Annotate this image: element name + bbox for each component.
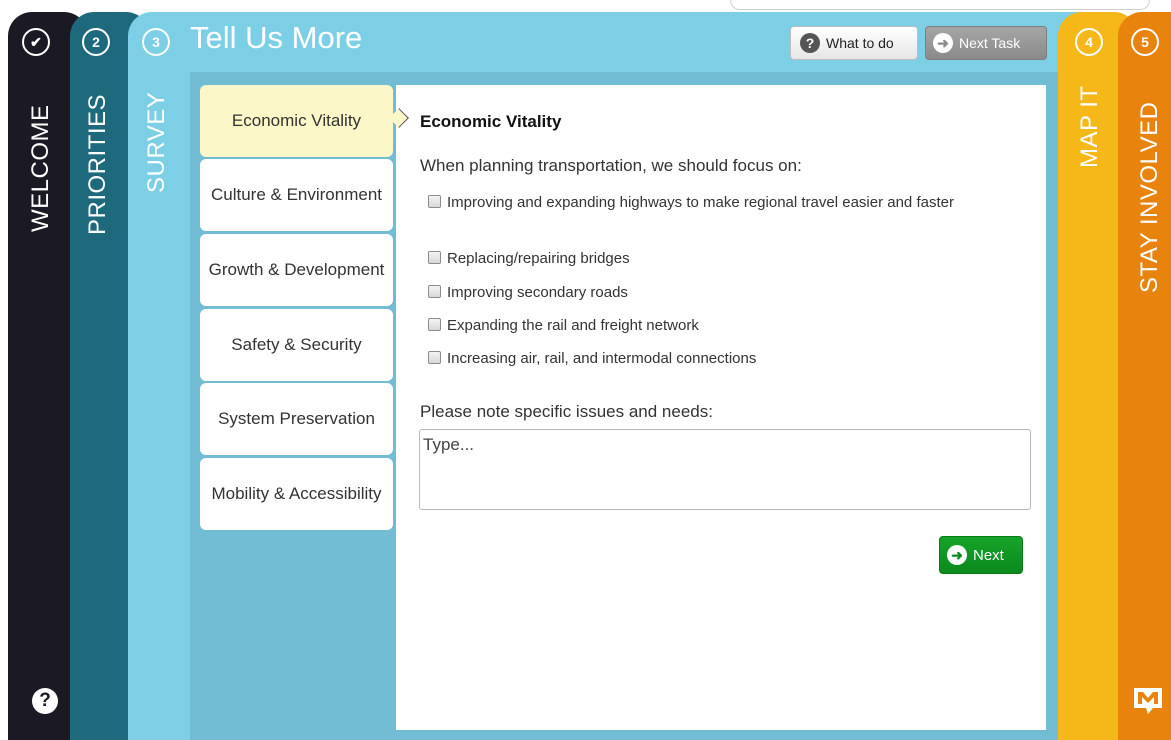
top-search-strip	[730, 0, 1150, 10]
notes-label: Please note specific issues and needs:	[420, 402, 713, 421]
arrow-right-icon: ➜	[933, 33, 953, 53]
next-button-label: Next	[973, 546, 1004, 564]
notes-textarea[interactable]: Type...	[419, 429, 1031, 510]
what-to-do-label: What to do	[826, 35, 894, 51]
option-checkbox[interactable]	[428, 318, 441, 331]
survey-nav-culture-environment[interactable]: Culture & Environment	[200, 159, 393, 231]
priorities-number-badge: 2	[82, 28, 110, 56]
arrow-right-icon: ➜	[947, 545, 967, 565]
question-icon: ?	[800, 33, 820, 53]
survey-nav-system-preservation[interactable]: System Preservation	[200, 383, 393, 455]
tab-map-it-label: MAP IT	[1076, 85, 1103, 168]
option-checkbox[interactable]	[428, 285, 441, 298]
page-title: Tell Us More	[190, 20, 363, 55]
tab-priorities-label: PRIORITIES	[84, 93, 111, 235]
option-row[interactable]: Replacing/repairing bridges	[428, 249, 1018, 269]
survey-nav-mobility-accessibility[interactable]: Mobility & Accessibility	[200, 458, 393, 530]
survey-number-badge: 3	[142, 28, 170, 56]
next-task-button[interactable]: ➜ Next Task	[925, 26, 1047, 60]
question-title: Economic Vitality	[420, 112, 562, 131]
option-row[interactable]: Improving secondary roads	[428, 283, 1018, 303]
welcome-check-badge: ✔	[22, 28, 50, 56]
option-label: Expanding the rail and freight network	[447, 317, 699, 334]
map-it-number-badge: 4	[1075, 28, 1103, 56]
option-label: Improving secondary roads	[447, 284, 628, 301]
survey-nav-growth-development[interactable]: Growth & Development	[200, 234, 393, 306]
tab-welcome-label: WELCOME	[27, 104, 54, 232]
option-label: Replacing/repairing bridges	[447, 250, 630, 267]
option-checkbox[interactable]	[428, 195, 441, 208]
help-icon[interactable]: ?	[32, 688, 58, 714]
logo-icon	[1134, 688, 1162, 714]
survey-nav-safety-security[interactable]: Safety & Security	[200, 309, 393, 381]
stay-involved-number-badge: 5	[1131, 28, 1159, 56]
question-prompt: When planning transportation, we should …	[420, 156, 802, 175]
option-checkbox[interactable]	[428, 351, 441, 364]
what-to-do-button[interactable]: ? What to do	[790, 26, 918, 60]
option-checkbox[interactable]	[428, 251, 441, 264]
survey-nav-economic-vitality[interactable]: Economic Vitality	[200, 85, 393, 157]
tab-survey-label: SURVEY	[143, 91, 170, 193]
tab-stay-involved-label: STAY INVOLVED	[1136, 101, 1163, 293]
option-label: Improving and expanding highways to make…	[447, 194, 954, 211]
option-label: Increasing air, rail, and intermodal con…	[447, 350, 757, 367]
option-row[interactable]: Improving and expanding highways to make…	[428, 193, 1018, 213]
next-button[interactable]: ➜ Next	[939, 536, 1023, 574]
option-row[interactable]: Increasing air, rail, and intermodal con…	[428, 349, 1018, 369]
next-task-label: Next Task	[959, 35, 1021, 51]
option-row[interactable]: Expanding the rail and freight network	[428, 316, 1018, 336]
